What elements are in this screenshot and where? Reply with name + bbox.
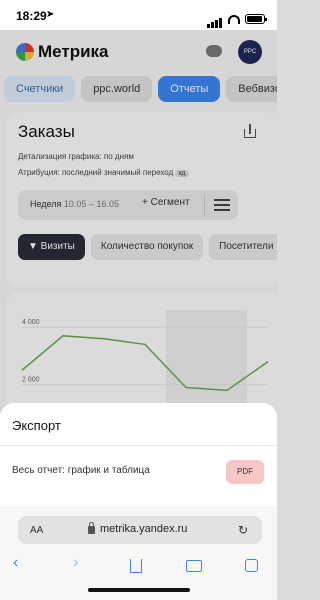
status-time: 18:29 [16, 9, 47, 23]
export-pdf-button[interactable]: PDF [226, 460, 264, 484]
address-bar[interactable]: AA metrika.yandex.ru ↻ [18, 516, 262, 544]
wifi-icon [228, 14, 240, 24]
browser-nav: ‹ › [0, 554, 277, 576]
battery-icon [245, 14, 267, 24]
back-icon[interactable]: ‹ [13, 554, 18, 572]
export-title: Экспорт [12, 418, 61, 433]
sheet-divider [0, 445, 277, 446]
url-text[interactable]: metrika.yandex.ru [100, 523, 187, 535]
status-bar: 18:29 ➤ [0, 0, 277, 30]
location-icon: ➤ [46, 9, 55, 20]
export-row-label: Весь отчет: график и таблица [12, 465, 150, 476]
status-right [207, 10, 267, 28]
browser-toolbar: AA metrika.yandex.ru ↻ ‹ › [0, 506, 277, 600]
lock-icon [88, 522, 95, 534]
browser-share-icon[interactable] [130, 559, 142, 573]
home-indicator [88, 588, 190, 592]
reload-icon[interactable]: ↻ [238, 523, 248, 537]
tabs-overview-icon[interactable] [245, 559, 258, 572]
reader-settings-button[interactable]: AA [30, 525, 43, 536]
bookmarks-icon[interactable] [186, 560, 202, 572]
forward-icon[interactable]: › [73, 554, 78, 572]
signal-icon [207, 10, 223, 28]
